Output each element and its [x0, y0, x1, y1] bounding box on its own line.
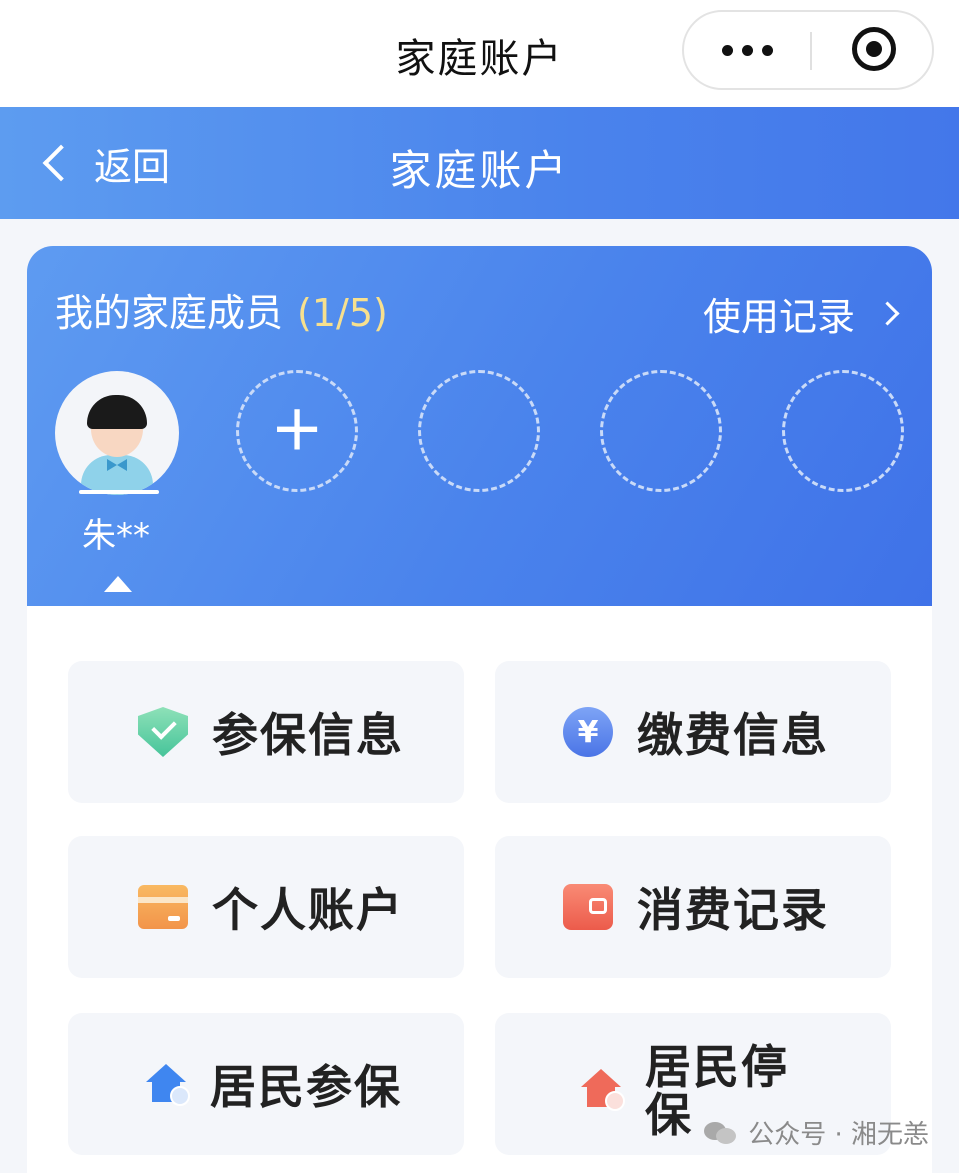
tile-label: 缴费信息: [637, 708, 829, 762]
more-options-button[interactable]: [684, 12, 810, 88]
house-stop-icon: [581, 1069, 625, 1111]
empty-member-slot: [600, 370, 722, 492]
empty-member-slot: [418, 370, 540, 492]
page-title: 家庭账户: [389, 146, 570, 195]
mini-program-bar: 家庭账户: [0, 0, 959, 107]
wechat-icon: [704, 1120, 738, 1146]
add-member-button[interactable]: +: [236, 370, 358, 492]
card-icon: [138, 885, 188, 929]
resident-enroll-tile[interactable]: 居民参保: [68, 1013, 464, 1155]
capsule-menu: [682, 10, 934, 90]
page-header: 返回 家庭账户: [0, 107, 959, 219]
menu-panel: 参保信息 ¥ 缴费信息 个人账户 消费记录 居民参保 居民停保: [27, 606, 932, 1173]
empty-member-slot: [782, 370, 904, 492]
selected-pointer-icon: [104, 576, 132, 592]
member-avatar[interactable]: [55, 371, 179, 495]
tile-label: 参保信息: [212, 708, 404, 762]
close-miniprogram-icon[interactable]: [852, 27, 896, 71]
tile-label: 居民参保: [210, 1060, 402, 1114]
chevron-right-icon: [875, 301, 900, 326]
family-members-title: 我的家庭成员: [55, 291, 284, 335]
capsule-divider: [810, 32, 812, 70]
insurance-info-tile[interactable]: 参保信息: [68, 661, 464, 803]
tile-label: 个人账户: [212, 883, 404, 937]
family-members-card: 我的家庭成员 (1/5) 使用记录 朱** +: [27, 246, 932, 606]
house-check-icon: [146, 1064, 190, 1106]
watermark-text: 公众号 · 湘无恙: [748, 1120, 929, 1150]
shield-check-icon: [138, 707, 188, 757]
family-members-heading: 我的家庭成员 (1/5): [55, 282, 388, 337]
wallet-icon: [563, 884, 613, 930]
tile-label: 消费记录: [637, 883, 829, 937]
usage-record-link[interactable]: 使用记录: [702, 286, 900, 341]
watermark: 公众号 · 湘无恙: [704, 1114, 929, 1151]
member-name: 朱**: [82, 516, 150, 556]
consumption-record-tile[interactable]: 消费记录: [495, 836, 891, 978]
member-count: (1/5): [297, 291, 388, 335]
yuan-coin-icon: ¥: [563, 707, 613, 757]
plus-icon: +: [270, 391, 324, 466]
selected-underline: [79, 490, 159, 494]
personal-account-tile[interactable]: 个人账户: [68, 836, 464, 978]
payment-info-tile[interactable]: ¥ 缴费信息: [495, 661, 891, 803]
usage-record-label: 使用记录: [702, 295, 855, 339]
